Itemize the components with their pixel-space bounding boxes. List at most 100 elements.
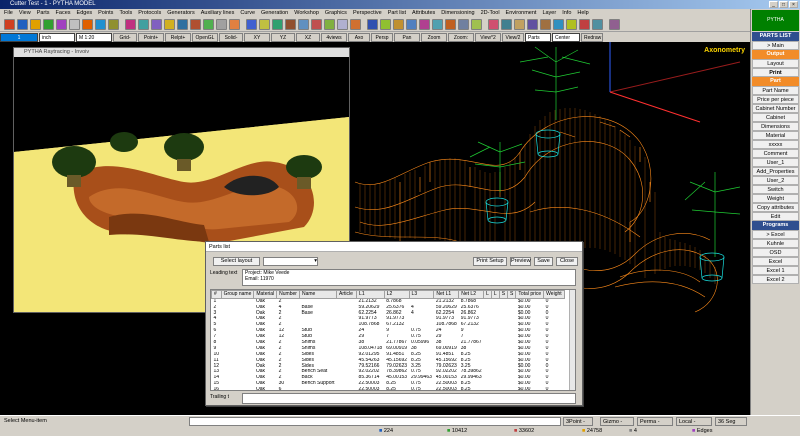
toolbar-tool-icon[interactable] [393, 18, 404, 30]
toolbar-tool-icon[interactable] [125, 18, 136, 30]
minimize-button[interactable]: _ [769, 1, 778, 8]
menu-item[interactable]: Parts [37, 9, 50, 17]
status-mode-field[interactable]: Perma - [637, 417, 673, 426]
toolbar-tool-icon[interactable] [151, 18, 162, 30]
column-header[interactable]: L1 [356, 290, 385, 299]
sidebar-item-osd[interactable]: OSD [752, 248, 799, 257]
column-header[interactable]: Material [253, 290, 278, 299]
sidebar-item-excel[interactable]: > Excel [752, 230, 799, 239]
toolbar-tool-icon[interactable] [285, 18, 296, 30]
trailing-text-field[interactable] [242, 393, 576, 404]
sidebar-item-copy-attributes[interactable]: Copy attributes [752, 203, 799, 212]
menu-item[interactable]: Generators [167, 9, 195, 17]
view-button-view2[interactable]: View/2 [502, 32, 524, 42]
select-layout-button[interactable]: Select layout [213, 257, 260, 266]
menu-item[interactable]: Dimensioning [441, 9, 474, 17]
leading-text-field[interactable]: Project: Mike Veede Email: 11970 [242, 269, 576, 286]
table-row[interactable]: 16 Oak 6 22.50003 8.25 0.75 22.50003 8.25 $0.00 0 [212, 387, 565, 390]
menu-item[interactable]: Part list [388, 9, 406, 17]
view-button-axo[interactable]: Axo [348, 32, 370, 42]
view-button-zoom[interactable]: Zoom [421, 32, 447, 42]
toolbar-tool-icon[interactable] [190, 18, 201, 30]
toolbar-tool-icon[interactable] [324, 18, 335, 30]
toolbar-tool-icon[interactable] [138, 18, 149, 30]
menu-item[interactable]: Curve [240, 9, 255, 17]
sidebar-section-header[interactable]: PARTS LIST [752, 32, 799, 41]
column-header[interactable]: S [507, 290, 517, 299]
view-button-persp[interactable]: Persp [371, 32, 393, 42]
toolbar-tool-icon[interactable] [501, 18, 512, 30]
toolbar-tool-icon[interactable] [419, 18, 430, 30]
toolbar-tool-icon[interactable] [4, 18, 15, 30]
toolbar-tool-icon[interactable] [406, 18, 417, 30]
menu-item[interactable]: Layer [542, 9, 556, 17]
sidebar-item-xxxxx[interactable]: xxxxx [752, 140, 799, 149]
view-button-xy[interactable]: XY [244, 32, 270, 42]
menu-item[interactable]: Info [562, 9, 571, 17]
status-mode-field[interactable]: Local - [676, 417, 712, 426]
column-header[interactable]: L2 [383, 290, 410, 299]
view-button-relpt[interactable]: Relpt+ [165, 32, 191, 42]
sidebar-item-user-2[interactable]: User_2 [752, 176, 799, 185]
sidebar-item-comment[interactable]: Comment [752, 149, 799, 158]
toolbar-tool-icon[interactable] [380, 18, 391, 30]
menu-item[interactable]: Faces [56, 9, 71, 17]
table-scrollbar[interactable] [569, 290, 575, 390]
column-header[interactable]: Net L1 [433, 290, 460, 299]
sidebar-item-dimensions[interactable]: Dimensions [752, 122, 799, 131]
toolbar-tool-icon[interactable] [246, 18, 257, 30]
sidebar-item-weight[interactable]: Weight [752, 194, 799, 203]
layout-select[interactable]: ▾ [263, 257, 318, 266]
toolbar-tool-icon[interactable] [579, 18, 590, 30]
toolbar-tool-icon[interactable] [367, 18, 378, 30]
sidebar-item-print[interactable]: Print [752, 68, 799, 77]
toolbar-tool-icon[interactable] [164, 18, 175, 30]
toolbar-tool-icon[interactable] [514, 18, 525, 30]
toolbar-tool-icon[interactable] [566, 18, 577, 30]
maximize-button[interactable]: □ [779, 1, 788, 8]
toolbar-tool-icon[interactable] [527, 18, 538, 30]
menu-item[interactable]: Points [98, 9, 113, 17]
sidebar-section-header[interactable]: Programs [752, 221, 799, 230]
menu-item[interactable]: Attributes [412, 9, 435, 17]
menu-item[interactable]: Generation [261, 9, 288, 17]
toolbar-tool-icon[interactable] [432, 18, 443, 30]
sidebar-item-add-properties[interactable]: Add_Properties [752, 167, 799, 176]
toolbar-tool-icon[interactable] [203, 18, 214, 30]
close-button[interactable]: × [789, 1, 798, 8]
view-button-point[interactable]: Point+ [138, 32, 164, 42]
column-header[interactable]: L3 [408, 290, 435, 299]
sidebar-item-switch[interactable]: Switch [752, 185, 799, 194]
sidebar-item-layout[interactable]: Layout [752, 59, 799, 68]
sidebar-section-header[interactable]: Output [752, 50, 799, 59]
view-button-view2[interactable]: View*2 [475, 32, 501, 42]
toolbar-tool-icon[interactable] [177, 18, 188, 30]
toolbar-tool-icon[interactable] [337, 18, 348, 30]
menu-item[interactable]: Workshop [294, 9, 319, 17]
column-header[interactable]: Group name [220, 290, 255, 299]
sidebar-item-kuhnle[interactable]: Kuhnle [752, 239, 799, 248]
close-dialog-button[interactable]: Close [556, 257, 578, 266]
toolbar-tool-icon[interactable] [56, 18, 67, 30]
print-setup-button[interactable]: Print Setup [473, 257, 507, 266]
menu-item[interactable]: Perspective [353, 9, 382, 17]
menu-item[interactable]: Edges [77, 9, 93, 17]
sidebar-item-cabinet-number[interactable]: Cabinet Number [752, 104, 799, 113]
view-button-zoom[interactable]: Zoom: [448, 32, 474, 42]
column-header[interactable]: Name [298, 290, 338, 299]
view-button-solid[interactable]: Solid- [219, 32, 243, 42]
column-header[interactable]: Total price [515, 290, 545, 299]
toolbar-tool-icon[interactable] [108, 18, 119, 30]
command-input[interactable] [189, 417, 561, 426]
toolbar-tool-icon[interactable] [311, 18, 322, 30]
toolbar-tool-icon[interactable] [350, 18, 361, 30]
toolbar-tool-icon[interactable] [259, 18, 270, 30]
toolbar-tool-icon[interactable] [445, 18, 456, 30]
menu-item[interactable]: File [4, 9, 13, 17]
column-header[interactable]: Weight [543, 290, 565, 299]
sidebar-item-user-1[interactable]: User_1 [752, 158, 799, 167]
menu-item[interactable]: 2D-Tool [481, 9, 500, 17]
toolbar-tool-icon[interactable] [229, 18, 240, 30]
toolbar-tool-icon[interactable] [609, 18, 620, 30]
toolbar-tool-icon[interactable] [82, 18, 93, 30]
